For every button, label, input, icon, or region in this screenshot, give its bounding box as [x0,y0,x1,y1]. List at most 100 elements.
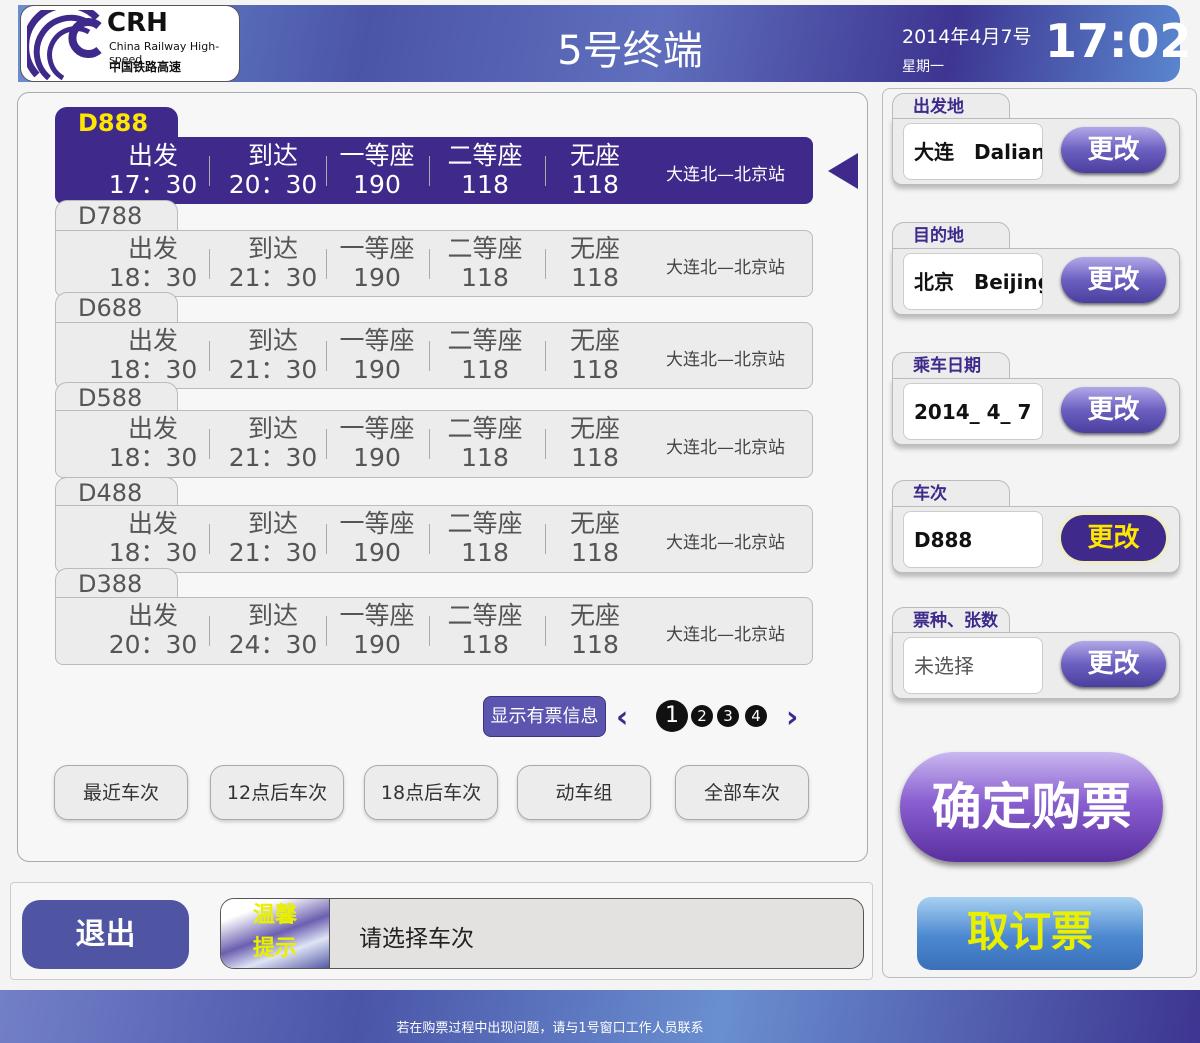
first-label: 一等座 [339,414,415,443]
ticket-type-change-button[interactable]: 更改 [1061,641,1166,687]
date-group: 2014_ 4_ 7 更改 [892,378,1180,445]
dep-label: 出发 [127,509,178,538]
column-divider [545,429,546,459]
show-available-button[interactable]: 显示有票信息 [483,696,606,737]
arr-value: 21：30 [228,263,318,292]
crh-logo-arcs-icon [27,10,102,80]
none-value: 118 [571,355,619,384]
dep-value: 18：30 [108,263,198,292]
arr-label: 到达 [247,601,298,630]
second-label: 二等座 [447,326,523,355]
none-label: 无座 [569,509,620,538]
date-label: 乘车日期 [892,352,1010,379]
next-page-icon[interactable]: › [786,700,798,735]
page-4[interactable]: 4 [745,705,767,727]
column-divider [545,524,546,554]
first-label: 一等座 [339,601,415,630]
page-2[interactable]: 2 [691,705,713,727]
column-divider [209,156,210,186]
train-number-field: D888 [903,511,1043,568]
column-divider [429,524,430,554]
column-divider [326,249,327,279]
column-divider [545,249,546,279]
destination-label: 目的地 [892,222,1010,249]
destination-change-button[interactable]: 更改 [1061,257,1166,303]
column-divider [326,429,327,459]
dep-value: 18：30 [108,443,198,472]
confirm-purchase-button[interactable]: 确定购票 [900,752,1163,862]
ticket-type-field: 未选择 [903,637,1043,694]
train-info: 出发 18：30 到达 21：30 一等座 190 二等座 118 无座 118 大连北—北京站 [55,230,813,297]
prev-page-icon[interactable]: ‹ [616,700,628,735]
train-number-change-button[interactable]: 更改 [1061,515,1166,561]
date-text: 2014年4月7号 [902,26,1032,48]
column-divider [545,156,546,186]
ticket-type-label: 票种、张数 [892,607,1010,634]
none-label: 无座 [569,141,620,170]
first-label: 一等座 [339,326,415,355]
departure-label: 出发地 [892,93,1010,120]
filter-all[interactable]: 全部车次 [675,765,809,820]
page-1[interactable]: 1 [656,700,688,732]
first-label: 一等座 [339,509,415,538]
train-info: 出发 20：30 到达 24：30 一等座 190 二等座 118 无座 118 大连北—北京站 [55,597,813,665]
first-value: 190 [353,263,401,292]
column-divider [326,524,327,554]
tip-icon: 温馨 提示 [221,899,330,968]
route-text: 大连北—北京站 [666,349,785,370]
ticket-type-group: 未选择 更改 [892,632,1180,699]
column-divider [429,249,430,279]
filter-after-12[interactable]: 12点后车次 [210,765,344,820]
dep-value: 17：30 [108,170,198,199]
none-label: 无座 [569,414,620,443]
filter-recent[interactable]: 最近车次 [54,765,188,820]
column-divider [209,524,210,554]
train-number-label: 车次 [892,480,1010,507]
train-info: 出发 18：30 到达 21：30 一等座 190 二等座 118 无座 118 大连北—北京站 [55,322,813,389]
column-divider [429,616,430,646]
first-label: 一等座 [339,234,415,263]
train-code: D788 [55,200,178,232]
destination-group: 北京 Beijing 更改 [892,248,1180,315]
cancel-booking-button[interactable]: 取订票 [917,897,1143,970]
logo-chinese: 中国铁路高速 [109,60,182,74]
dep-value: 18：30 [108,538,198,567]
page-3[interactable]: 3 [717,705,739,727]
tip-icon-line2: 提示 [252,936,297,961]
dep-label: 出发 [127,234,178,263]
logo-brand: CRH [107,8,168,38]
none-label: 无座 [569,601,620,630]
first-label: 一等座 [339,141,415,170]
train-info: 出发 17：30 到达 20：30 一等座 190 二等座 118 无座 118 大连北—北京站 [55,137,813,204]
destination-field: 北京 Beijing [903,253,1043,310]
departure-group: 大连 Dalian 更改 [892,118,1180,185]
second-label: 二等座 [447,601,523,630]
route-text: 大连北—北京站 [666,438,785,458]
column-divider [209,429,210,459]
column-divider [326,341,327,371]
filter-after-18[interactable]: 18点后车次 [364,765,498,820]
arr-label: 到达 [247,326,298,355]
weekday-text: 星期一 [902,59,944,75]
arr-label: 到达 [247,414,298,443]
date-change-button[interactable]: 更改 [1061,387,1166,433]
first-value: 190 [353,538,401,567]
dep-value: 20：30 [108,630,198,659]
none-value: 118 [571,263,619,292]
column-divider [429,341,430,371]
departure-change-button[interactable]: 更改 [1061,127,1166,173]
exit-button[interactable]: 退出 [22,900,189,969]
dep-value: 18：30 [108,355,198,384]
filter-emu[interactable]: 动车组 [517,765,651,820]
train-number-group: D888 更改 [892,506,1180,573]
dep-label: 出发 [127,326,178,355]
route-text: 大连北—北京站 [666,625,785,645]
second-value: 118 [461,170,509,199]
route-text: 大连北—北京站 [666,164,785,185]
date-field: 2014_ 4_ 7 [903,383,1043,440]
second-value: 118 [461,355,509,384]
column-divider [209,341,210,371]
train-code: D688 [55,292,178,324]
column-divider [429,429,430,459]
second-label: 二等座 [447,414,523,443]
